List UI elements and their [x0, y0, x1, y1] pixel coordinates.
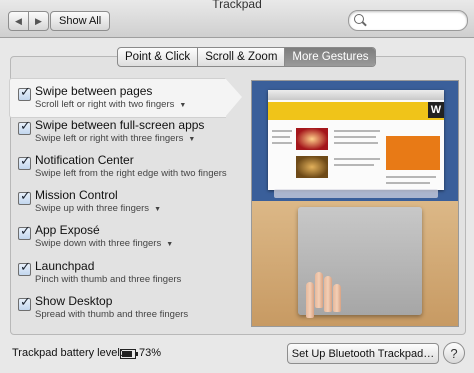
preview-text-line: [272, 130, 292, 132]
gesture-title: Show Desktop: [35, 294, 113, 308]
preview-browser-window: W: [268, 90, 444, 190]
gesture-description: Swipe left from the right edge with two …: [35, 168, 227, 179]
gesture-description: Pinch with thumb and three fingers: [35, 274, 182, 285]
gesture-title: Launchpad: [35, 259, 95, 273]
dropdown-arrow-icon: ▼: [179, 102, 187, 109]
preview-image: [296, 156, 328, 178]
chevron-left-icon: ◀: [15, 15, 22, 26]
preview-text-line: [386, 182, 430, 184]
gesture-checkbox[interactable]: [18, 224, 31, 240]
search-icon: [354, 14, 364, 24]
preview-text-line: [272, 142, 292, 144]
preview-site-header: [268, 102, 444, 120]
preview-text-line: [386, 176, 436, 178]
tab-point-click[interactable]: Point & Click: [118, 48, 199, 66]
dropdown-arrow-icon: ▼: [188, 136, 196, 143]
chevron-right-icon: ▶: [35, 15, 42, 26]
preview-text-line: [334, 158, 380, 160]
gesture-description: Swipe left or right with three fingers: [35, 133, 184, 144]
preview-finger: [324, 276, 332, 312]
preview-text-line: [334, 130, 380, 132]
preview-promo-box: [386, 136, 440, 170]
gesture-show-desktop[interactable]: Show Desktop Spread with thumb and three…: [13, 294, 241, 328]
gesture-notification-center[interactable]: Notification Center Swipe left from the …: [13, 153, 241, 187]
gesture-checkbox[interactable]: [18, 189, 31, 205]
preview-text-line: [334, 164, 374, 166]
gesture-checkbox[interactable]: [18, 85, 31, 101]
search-field[interactable]: [348, 10, 468, 31]
back-button[interactable]: ◀: [8, 11, 29, 31]
preview-browser-toolbar: [268, 90, 444, 100]
forward-button[interactable]: ▶: [29, 11, 49, 31]
gesture-title: Notification Center: [35, 153, 134, 167]
gesture-title: Swipe between pages: [35, 84, 153, 98]
dropdown-arrow-icon: ▼: [166, 241, 174, 248]
preview-hand: [306, 272, 342, 318]
gesture-launchpad[interactable]: Launchpad Pinch with thumb and three fin…: [13, 259, 241, 293]
preview-text-line: [272, 136, 290, 138]
gesture-title: App Exposé: [35, 223, 100, 237]
gesture-checkbox[interactable]: [18, 260, 31, 276]
tab-bar: Point & Click Scroll & Zoom More Gesture…: [117, 47, 377, 67]
preview-screen: W: [252, 81, 458, 201]
gesture-checkbox[interactable]: [18, 154, 31, 170]
preview-site-logo: W: [428, 102, 444, 118]
gesture-option-popup[interactable]: Swipe down with three fingers ▼: [35, 238, 173, 249]
preview-text-line: [334, 142, 378, 144]
gesture-option-popup[interactable]: Scroll left or right with two fingers ▼: [35, 99, 186, 110]
preview-text-line: [334, 136, 376, 138]
navigation-buttons: ◀ ▶: [8, 11, 49, 31]
setup-bluetooth-trackpad-button[interactable]: Set Up Bluetooth Trackpad…: [287, 343, 439, 364]
gesture-option-popup[interactable]: Swipe left or right with three fingers ▼: [35, 133, 195, 144]
gesture-description: Swipe down with three fingers: [35, 238, 162, 249]
gesture-title: Mission Control: [35, 188, 118, 202]
preview-finger: [306, 282, 314, 318]
gesture-checkbox[interactable]: [18, 119, 31, 135]
gesture-description: Scroll left or right with two fingers: [35, 99, 175, 110]
preview-finger: [315, 272, 323, 308]
gesture-preview-video: W: [251, 80, 459, 327]
selection-arrow: [225, 78, 242, 117]
gesture-app-expose[interactable]: App Exposé Swipe down with three fingers…: [13, 223, 241, 257]
search-input[interactable]: [369, 12, 463, 29]
tab-scroll-zoom[interactable]: Scroll & Zoom: [198, 48, 286, 66]
preview-finger: [333, 284, 341, 312]
gesture-description: Swipe up with three fingers: [35, 203, 150, 214]
gesture-checkbox[interactable]: [18, 295, 31, 311]
gesture-title: Swipe between full-screen apps: [35, 118, 205, 132]
window-titlebar: Trackpad ◀ ▶ Show All: [0, 0, 474, 38]
help-button[interactable]: ?: [443, 342, 465, 364]
battery-icon: [120, 349, 138, 359]
gesture-mission-control[interactable]: Mission Control Swipe up with three fing…: [13, 188, 241, 222]
battery-level-label: Trackpad battery level:: [12, 347, 123, 359]
dropdown-arrow-icon: ▼: [154, 206, 161, 213]
show-all-button[interactable]: Show All: [50, 11, 111, 31]
battery-percent: 73%: [139, 347, 162, 359]
tab-more-gestures[interactable]: More Gestures: [285, 48, 376, 66]
gesture-description: Spread with thumb and three fingers: [35, 309, 189, 320]
preview-image: [296, 128, 328, 150]
gesture-swipe-fullscreen-apps[interactable]: Swipe between full-screen apps Swipe lef…: [13, 118, 241, 152]
gesture-option-popup[interactable]: Swipe up with three fingers ▼: [35, 203, 161, 214]
gesture-swipe-between-pages[interactable]: Swipe between pages Scroll left or right…: [9, 78, 242, 118]
preview-dock: [274, 189, 438, 198]
